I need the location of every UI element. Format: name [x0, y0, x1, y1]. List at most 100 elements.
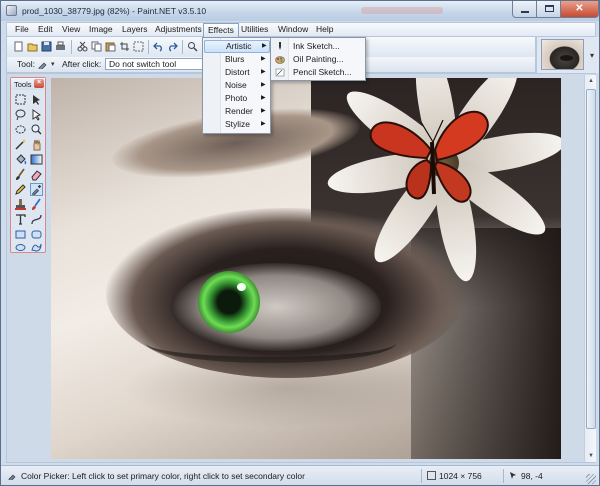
redo-icon[interactable] [167, 41, 178, 52]
status-separator [421, 469, 422, 483]
paintnet-app-icon[interactable] [6, 5, 17, 16]
effects-item-blurs[interactable]: Blurs ▶ [204, 53, 270, 66]
effects-item-stylize[interactable]: Stylize ▶ [204, 118, 270, 131]
vertical-scrollbar[interactable]: ▲ ▼ [584, 75, 596, 462]
clone-stamp-icon[interactable] [14, 198, 27, 211]
artistic-item-oil-painting[interactable]: Oil Painting... [273, 53, 365, 66]
eraser-icon[interactable] [30, 168, 43, 181]
after-click-select[interactable]: Do not switch tool [105, 58, 211, 70]
effects-item-distort[interactable]: Distort ▶ [204, 66, 270, 79]
cursor-position: 98, -4 [521, 471, 543, 481]
artistic-item-ink-sketch[interactable]: Ink Sketch... [273, 40, 365, 53]
ink-sketch-icon [279, 42, 281, 50]
menu-edit[interactable]: Edit [34, 23, 57, 36]
menu-adjustments[interactable]: Adjustments [151, 23, 206, 36]
save-icon[interactable] [41, 41, 52, 52]
title-bar[interactable]: prod_1030_38779.jpg (82%) - Paint.NET v3… [1, 1, 599, 21]
menu-effects[interactable]: Effects [203, 23, 239, 37]
menu-layers[interactable]: Layers [118, 23, 152, 36]
after-click-label: After click: [62, 59, 102, 69]
rounded-rectangle-icon[interactable] [30, 228, 43, 241]
copy-icon[interactable] [91, 41, 102, 52]
open-folder-icon[interactable] [27, 41, 38, 52]
maximize-icon [545, 5, 554, 12]
artistic-item-label: Oil Painting... [293, 54, 344, 64]
rectangle-shape-icon[interactable] [14, 228, 27, 241]
text-tool-icon[interactable] [14, 213, 27, 226]
zoom-tool-icon[interactable] [30, 123, 43, 136]
effects-item-photo[interactable]: Photo ▶ [204, 92, 270, 105]
cut-icon[interactable] [77, 41, 88, 52]
close-icon: ✕ [575, 3, 584, 14]
deselect-icon[interactable] [133, 41, 144, 52]
freeform-shape-icon[interactable] [30, 241, 43, 254]
pan-hand-icon[interactable] [30, 138, 43, 151]
paintbrush-icon[interactable] [14, 168, 27, 181]
submenu-arrow-icon: ▶ [262, 43, 267, 49]
artistic-item-pencil-sketch[interactable]: Pencil Sketch... [273, 66, 365, 79]
rectangle-select-icon[interactable] [14, 93, 27, 106]
ellipse-shape-icon[interactable] [14, 241, 27, 254]
effects-item-label: Render [225, 106, 253, 116]
pencil-icon[interactable] [14, 183, 27, 196]
undo-icon[interactable] [153, 41, 164, 52]
image-thumbnail-strip: ▾ [536, 37, 599, 73]
color-picker-icon [32, 184, 42, 196]
tools-panel: Tools × [10, 77, 46, 253]
color-picker-tool-icon[interactable] [38, 60, 47, 69]
menu-image[interactable]: Image [85, 23, 117, 36]
effects-menu: Artistic ▶ Blurs ▶ Distort ▶ Noise ▶ Pho… [202, 37, 271, 134]
menu-help[interactable]: Help [312, 23, 337, 36]
blurred-title-overlay [361, 7, 443, 14]
tools-close-icon[interactable]: × [34, 79, 44, 88]
crop-icon[interactable] [119, 41, 130, 52]
print-icon[interactable] [55, 41, 66, 52]
gradient-icon[interactable] [30, 153, 43, 166]
status-message: Color Picker: Left click to set primary … [21, 471, 305, 481]
chevron-down-icon[interactable]: ▾ [590, 51, 594, 60]
effects-item-render[interactable]: Render ▶ [204, 105, 270, 118]
color-picker-tool[interactable] [30, 183, 43, 196]
menu-view[interactable]: View [58, 23, 84, 36]
pencil-sketch-icon [275, 68, 285, 77]
move-selection-icon[interactable] [30, 108, 43, 121]
effects-item-label: Blurs [225, 54, 245, 64]
scroll-down-icon[interactable]: ▼ [586, 451, 596, 461]
zoom-icon[interactable] [187, 41, 198, 52]
image-thumbnail[interactable] [541, 39, 584, 70]
toolbar-separator [182, 40, 183, 54]
close-button[interactable]: ✕ [560, 1, 599, 18]
effects-item-label: Distort [225, 67, 250, 77]
line-curve-icon[interactable] [30, 213, 43, 226]
new-image-icon[interactable] [13, 41, 24, 52]
magic-wand-icon[interactable] [14, 138, 27, 151]
resize-grip[interactable] [586, 474, 596, 484]
recolor-icon[interactable] [30, 198, 43, 211]
effects-item-artistic[interactable]: Artistic ▶ [204, 40, 270, 53]
effects-item-label: Noise [225, 80, 247, 90]
ellipse-select-icon[interactable] [14, 123, 27, 136]
paste-icon[interactable] [105, 41, 116, 52]
paint-bucket-icon[interactable] [14, 153, 27, 166]
tool-label: Tool: [17, 59, 35, 69]
menu-window[interactable]: Window [274, 23, 312, 36]
effects-item-label: Artistic [226, 41, 252, 51]
submenu-arrow-icon: ▶ [261, 82, 266, 88]
move-selected-pixels-icon[interactable] [30, 93, 43, 106]
oil-painting-icon [275, 56, 285, 64]
effects-item-noise[interactable]: Noise ▶ [204, 79, 270, 92]
minimize-button[interactable] [512, 1, 537, 18]
maximize-button[interactable] [536, 1, 561, 18]
lasso-select-icon[interactable] [14, 108, 27, 121]
window-title: prod_1030_38779.jpg (82%) - Paint.NET v3… [22, 6, 207, 16]
menu-utilities[interactable]: Utilities [237, 23, 272, 36]
submenu-arrow-icon: ▶ [261, 56, 266, 62]
effects-item-label: Stylize [225, 119, 251, 129]
artistic-item-label: Ink Sketch... [293, 41, 340, 51]
scroll-up-icon[interactable]: ▲ [586, 76, 596, 86]
chevron-down-icon[interactable]: ▾ [51, 60, 55, 68]
menu-file[interactable]: File [11, 23, 33, 36]
tools-panel-header[interactable]: Tools × [11, 78, 45, 90]
image-canvas[interactable] [51, 78, 561, 459]
scroll-thumb[interactable] [586, 89, 596, 429]
